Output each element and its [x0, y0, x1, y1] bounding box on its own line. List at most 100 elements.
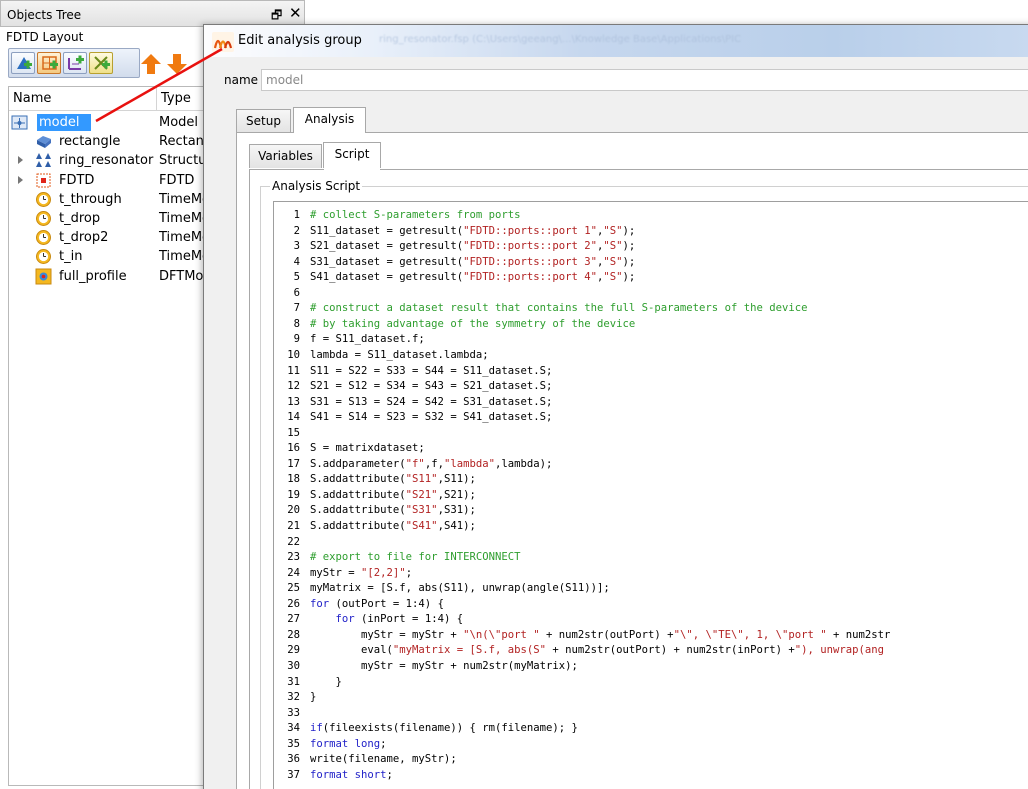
line-number: 21: [287, 520, 300, 532]
name-column-header[interactable]: Name: [13, 91, 51, 106]
code-token: myMatrix = [S.f, abs(S11), unwrap(angle(…: [310, 582, 610, 595]
expand-arrow-icon[interactable]: [18, 175, 23, 184]
line-number: 11: [287, 364, 300, 377]
dialog-titlebar[interactable]: Edit analysis group ring_resonator.fsp (…: [204, 25, 1028, 57]
line-number: 35: [287, 737, 300, 750]
code-token: eval(: [310, 644, 393, 657]
add-analysis-button[interactable]: [63, 52, 87, 74]
script-editor[interactable]: 1 # collect S-parameters from ports 2 S11_d…: [273, 201, 1028, 789]
code-line: 37 format short;: [274, 768, 393, 783]
code-token: # collect S-parameters from ports: [310, 209, 521, 221]
move-up-button[interactable]: [140, 52, 162, 76]
code-text: S21_dataset = getresult("FDTD::ports::po…: [300, 239, 635, 254]
line-number: 32: [287, 691, 300, 704]
code-token: );: [622, 224, 636, 237]
code-text: }: [300, 690, 316, 705]
analysis-script-label: Analysis Script: [270, 179, 363, 193]
code-token: );: [622, 240, 636, 253]
code-line: 13 S31 = S13 = S24 = S42 = S31_dataset.S;: [274, 395, 552, 410]
code-token: (outPort = 1:4) {: [329, 597, 444, 610]
code-token: (fileexists(filename)) { rm(filename); }: [322, 722, 578, 735]
code-text: S31_dataset = getresult("FDTD::ports::po…: [300, 255, 635, 270]
time-monitor-icon: [35, 229, 52, 246]
time-monitor-icon: [35, 248, 52, 265]
arrow-up-icon: [141, 54, 161, 74]
line-number: 7: [293, 302, 300, 315]
expand-arrow-icon[interactable]: [18, 156, 23, 165]
code-line: 7 # construct a dataset result that conta…: [274, 301, 808, 316]
tab-setup[interactable]: Setup: [236, 109, 291, 133]
tree-item-name: t_through: [59, 191, 122, 207]
code-text: S = matrixdataset;: [300, 441, 425, 456]
tree-item-name: t_in: [59, 249, 83, 265]
model-icon: [11, 114, 28, 131]
line-number: 28: [287, 628, 300, 641]
code-text: myMatrix = [S.f, abs(S11), unwrap(angle(…: [300, 581, 610, 596]
code-token: myStr = myStr +: [310, 628, 464, 641]
line-number: 18: [287, 473, 300, 486]
name-field[interactable]: [261, 69, 1028, 91]
line-number: 6: [293, 286, 300, 299]
code-token: "S": [603, 224, 623, 237]
objects-tree-title: Objects Tree: [7, 8, 82, 22]
tree-item-type: Model: [159, 115, 199, 130]
line-number: 3: [293, 240, 300, 253]
tree-item-name: t_drop2: [59, 230, 109, 246]
code-token: + num2str: [826, 628, 891, 641]
add-object-button[interactable]: [89, 52, 113, 74]
code-line: 8 # by taking advantage of the symmetry o…: [274, 317, 636, 332]
code-token: # construct a dataset result that contai…: [310, 302, 808, 315]
code-token: S.addattribute(: [310, 504, 406, 517]
line-number: 30: [287, 659, 300, 672]
code-text: if(fileexists(filename)) { rm(filename);…: [300, 721, 578, 736]
code-token: ,S21);: [437, 488, 476, 501]
column-divider[interactable]: [156, 87, 157, 111]
fdtd-icon: [35, 172, 52, 189]
tab-analysis[interactable]: Analysis: [293, 107, 366, 133]
type-column-header[interactable]: Type: [161, 91, 191, 106]
code-line: 23 # export to file for INTERCONNECT: [274, 550, 520, 565]
tree-item-name: full_profile: [59, 268, 127, 284]
code-line: 3 S21_dataset = getresult("FDTD::ports::p…: [274, 239, 636, 254]
code-token: f = S11_dataset.f;: [310, 333, 425, 346]
code-token: S21_dataset = getresult(: [310, 240, 464, 253]
line-number: 2: [293, 224, 300, 237]
code-line: 34 if(fileexists(filename)) { rm(filename…: [274, 721, 578, 736]
code-token: "\n(\"port ": [463, 628, 540, 641]
line-number: 13: [287, 395, 300, 408]
code-token: "FDTD::ports::port 3": [463, 255, 598, 268]
add-group-button[interactable]: [37, 52, 61, 74]
close-icon[interactable]: ✕: [289, 4, 302, 22]
code-text: # collect S-parameters from ports: [300, 208, 520, 223]
code-token: format short: [310, 768, 387, 781]
code-token: ,S31);: [437, 504, 476, 517]
code-token: ;: [380, 737, 387, 750]
code-line: 35 format long;: [274, 737, 387, 752]
code-text: }: [300, 675, 342, 690]
code-text: myStr = "[2,2]";: [300, 566, 412, 581]
move-down-button[interactable]: [166, 52, 188, 76]
code-line: 21 S.addattribute("S41",S41);: [274, 519, 476, 534]
code-token: ,lambda);: [494, 457, 553, 470]
code-text: myStr = myStr + "\n(\"port " + num2str(o…: [300, 628, 890, 643]
structure-group-icon: [35, 152, 52, 169]
code-token: S31_dataset = getresult(: [310, 255, 464, 268]
add-structure-button[interactable]: [11, 52, 35, 74]
line-number: 23: [287, 551, 300, 564]
add-analysis-icon: [68, 55, 84, 70]
tab-script[interactable]: Script: [323, 142, 381, 168]
code-token: for: [335, 613, 355, 626]
tab-variables[interactable]: Variables: [249, 144, 322, 168]
line-number: 8: [293, 317, 300, 330]
code-text: lambda = S11_dataset.lambda;: [300, 348, 489, 363]
code-token: myStr =: [310, 566, 362, 579]
rectangle-icon: [35, 133, 52, 150]
lumerical-logo-icon: [212, 32, 234, 52]
code-line: 6: [274, 286, 310, 301]
code-token: format long: [310, 737, 381, 750]
code-token: + num2str(outPort) +: [539, 628, 674, 641]
code-line: 14 S41 = S14 = S23 = S32 = S41_dataset.S;: [274, 410, 552, 425]
code-token: );: [622, 271, 636, 284]
code-token: "myMatrix = [S.f, abs(S": [392, 644, 546, 657]
code-line: 27 for (inPort = 1:4) {: [274, 612, 463, 627]
